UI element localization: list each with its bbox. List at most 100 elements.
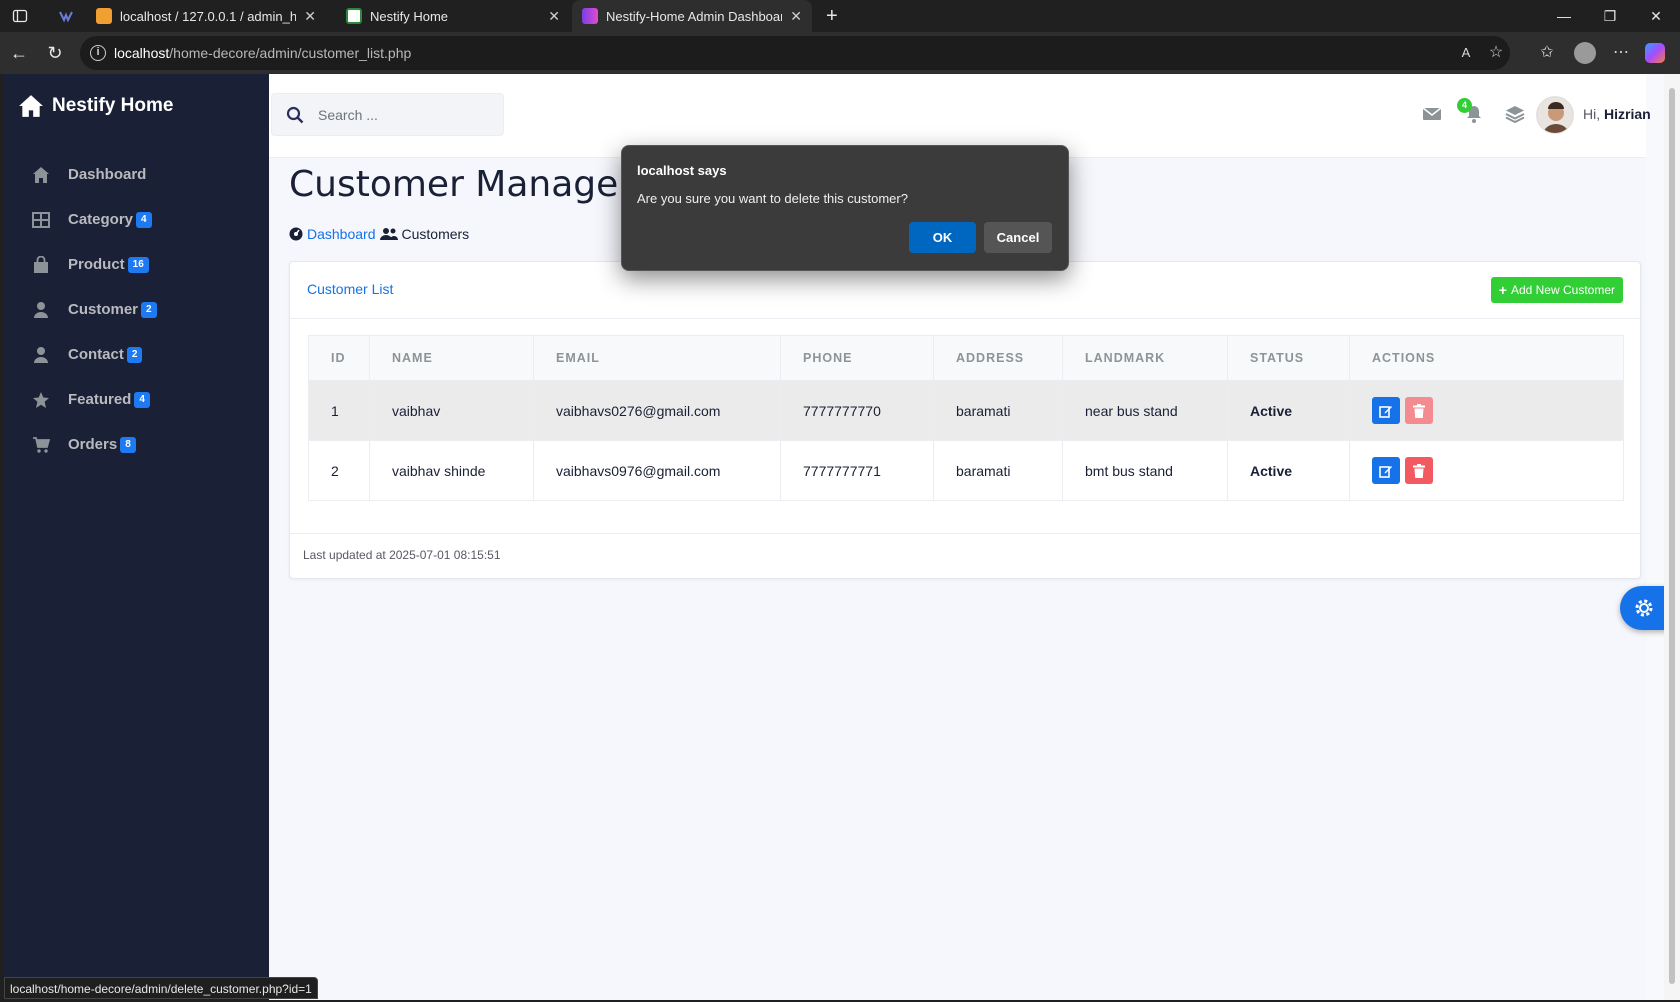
column-header[interactable]: STATUS [1227,335,1350,381]
column-header[interactable]: PHONE [780,335,934,381]
confirm-dialog: localhost says Are you sure you want to … [621,145,1069,271]
sidebar-item-label: Featured [68,390,132,408]
edit-button[interactable] [1372,457,1400,484]
scrollbar-thumb[interactable] [1669,88,1675,984]
more-menu-icon[interactable]: ⋯ [1610,42,1632,64]
brand-name: Nestify Home [52,95,174,116]
workspace-icon[interactable] [58,8,74,24]
dashboard-favicon-icon [582,8,598,24]
dashboard-gauge-icon [289,227,303,241]
grid-icon [32,211,50,228]
add-customer-label: Add New Customer [1510,283,1615,297]
sidebar-item-label: Dashboard [68,166,147,183]
avatar[interactable] [1536,96,1574,134]
phpmyadmin-favicon-icon [96,8,112,24]
sidebar-item-contact[interactable]: Contact 2 [4,332,269,377]
user-greeting[interactable]: Hi, Hizrian [1583,106,1651,122]
layers-icon[interactable] [1505,104,1525,124]
sidebar-item-customer[interactable]: Customer 2 [4,287,269,332]
favorites-icon[interactable]: ✩ [1536,42,1558,64]
url-host: localhost [114,45,170,61]
close-tab-icon[interactable]: ✕ [548,8,560,25]
cart-icon [33,436,50,453]
column-header[interactable]: ID [308,335,370,381]
sidebar-item-dashboard[interactable]: Dashboard [4,152,269,197]
favorite-star-icon[interactable]: ☆ [1485,42,1507,64]
cell-status: Active [1227,440,1350,501]
add-customer-button[interactable]: + Add New Customer [1490,277,1623,303]
site-info-icon[interactable]: i [90,45,106,61]
sidebar-item-orders[interactable]: Orders 8 [4,422,269,467]
count-badge: 2 [126,347,143,364]
tab-phpmyadmin[interactable]: localhost / 127.0.0.1 / admin_hom ✕ [86,0,326,32]
trash-icon [1413,464,1425,479]
customer-list-card: Customer List + Add New Customer ID NAME… [289,261,1641,579]
column-header[interactable]: NAME [369,335,534,381]
brand-logo[interactable]: Nestify Home [18,94,173,118]
vertical-scrollbar[interactable] [1664,74,1680,1000]
restore-button[interactable]: ❐ [1588,0,1632,32]
column-header[interactable]: LANDMARK [1062,335,1228,381]
edit-button[interactable] [1372,397,1400,424]
search-box[interactable]: Search ... [271,93,504,136]
profile-icon[interactable] [1574,42,1596,64]
back-button[interactable]: ← [8,42,30,64]
refresh-button[interactable]: ↻ [44,42,66,64]
star-icon [33,391,49,408]
cell-status: Active [1227,380,1350,441]
user-icon [34,301,48,318]
cell-id: 1 [308,380,370,441]
dialog-message: Are you sure you want to delete this cus… [637,191,908,206]
sidebar-toggle-icon[interactable] [12,8,28,24]
tab-admin-dashboard[interactable]: Nestify-Home Admin Dashboard ✕ [572,0,812,32]
breadcrumb-dashboard-link[interactable]: Dashboard [307,226,376,242]
tab-nestify-home[interactable]: Nestify Home ✕ [336,0,570,32]
sidebar-item-category[interactable]: Category 4 [4,197,269,242]
sidebar-item-label: Category [68,210,134,228]
edit-icon [1379,406,1392,419]
column-header[interactable]: ADDRESS [933,335,1063,381]
nestify-favicon-icon [346,8,362,24]
tab-label: localhost / 127.0.0.1 / admin_hom [120,8,297,24]
delete-button[interactable] [1405,457,1433,484]
delete-button[interactable] [1405,397,1433,424]
mail-icon[interactable] [1422,104,1442,124]
notification-badge: 4 [1457,98,1472,113]
divider [290,318,1640,319]
minimize-button[interactable]: — [1542,0,1586,32]
close-tab-icon[interactable]: ✕ [790,8,802,25]
column-header[interactable]: EMAIL [533,335,781,381]
plus-icon: + [1498,282,1507,298]
cancel-button[interactable]: Cancel [984,222,1052,253]
read-aloud-icon[interactable]: A [1455,42,1477,64]
cell-address: baramati [933,380,1063,441]
copilot-icon[interactable] [1645,43,1665,63]
table-row: 1 vaibhav vaibhavs0276@gmail.com 7777777… [308,380,1624,441]
search-input[interactable]: Search ... [318,107,378,123]
tab-label: Nestify-Home Admin Dashboard [606,8,783,24]
sidebar-item-featured[interactable]: Featured 4 [4,377,269,422]
sidebar-item-label: Customer [68,300,139,318]
search-icon[interactable] [286,106,304,124]
close-tab-icon[interactable]: ✕ [304,8,316,25]
trash-icon [1413,404,1425,419]
cell-email: vaibhavs0976@gmail.com [533,440,781,501]
url-field[interactable]: i localhost/home-decore/admin/customer_l… [80,36,1510,70]
avatar-image-icon [1537,97,1573,133]
sidebar-item-label: Contact [68,345,124,363]
close-window-button[interactable]: ✕ [1634,0,1678,32]
browser-titlebar: localhost / 127.0.0.1 / admin_hom ✕ Nest… [0,0,1680,32]
settings-float-button[interactable] [1620,586,1664,630]
cell-actions [1349,380,1624,441]
cell-phone: 7777777770 [780,380,934,441]
new-tab-button[interactable]: + [816,0,846,32]
gear-icon [1635,599,1653,617]
cell-landmark: bmt bus stand [1062,440,1228,501]
home-icon [19,95,43,117]
card-title: Customer List [307,281,394,297]
sidebar-item-product[interactable]: Product 16 [4,242,269,287]
breadcrumb-current: Customers [401,226,470,242]
user-icon [34,346,48,363]
cell-name: vaibhav shinde [369,440,534,501]
ok-button[interactable]: OK [909,222,976,253]
